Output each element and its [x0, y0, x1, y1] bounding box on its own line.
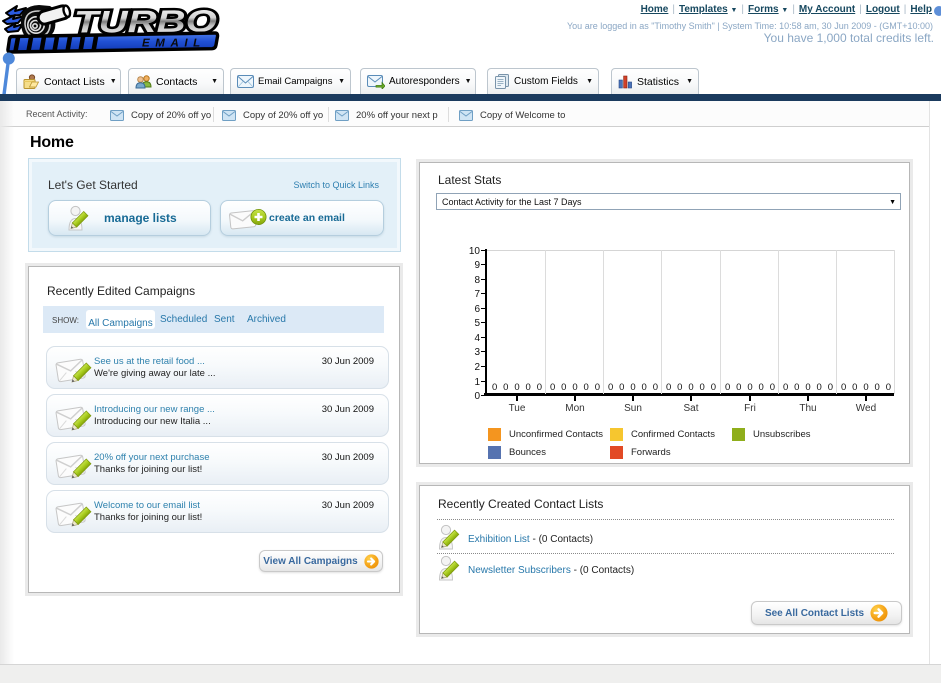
svg-text:EMAIL: EMAIL	[142, 38, 206, 50]
